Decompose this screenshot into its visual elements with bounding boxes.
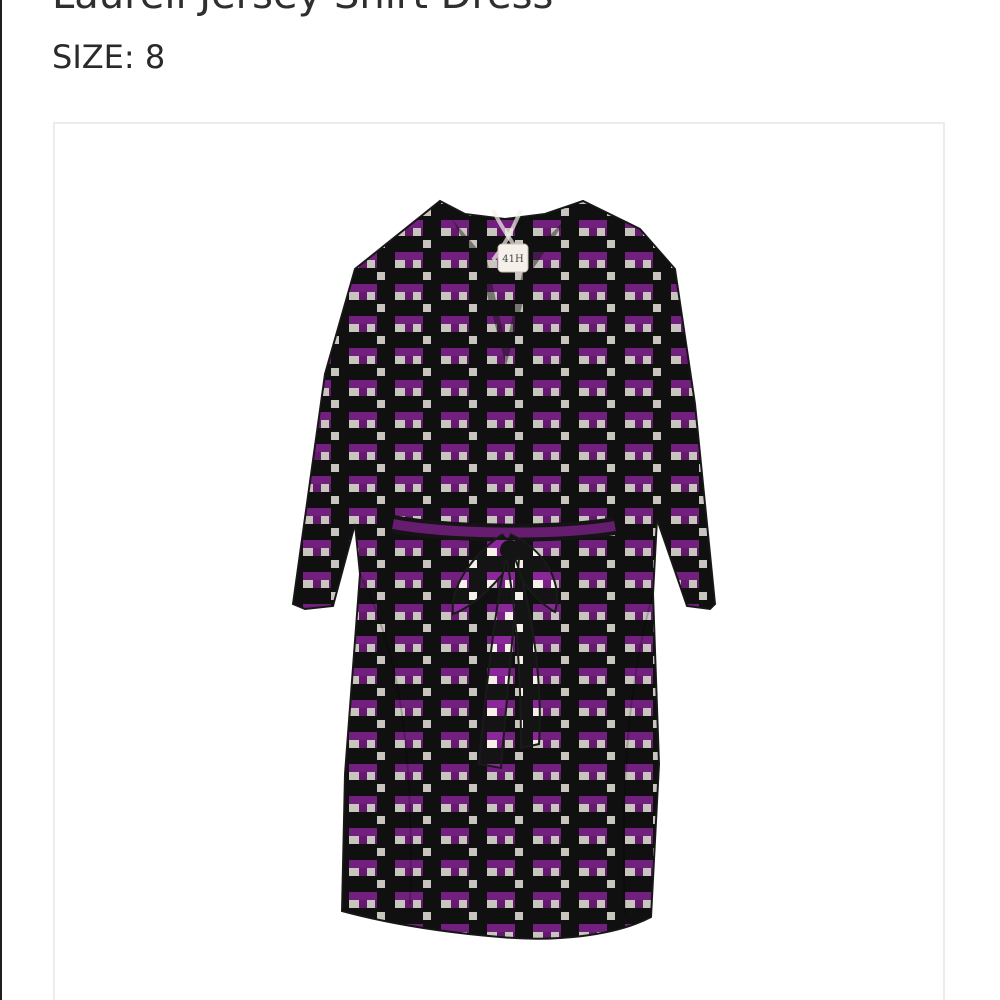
brand-tag: 41H [502, 254, 524, 265]
product-image-card[interactable]: 41H [53, 122, 945, 1000]
product-title: Laurell Jersey Shirt Dress [52, 0, 553, 18]
left-edge-divider [0, 0, 2, 1000]
size-label: SIZE: 8 [52, 38, 166, 76]
dress-image: 41H [291, 199, 717, 940]
dress-graphic: 41H [291, 199, 717, 940]
